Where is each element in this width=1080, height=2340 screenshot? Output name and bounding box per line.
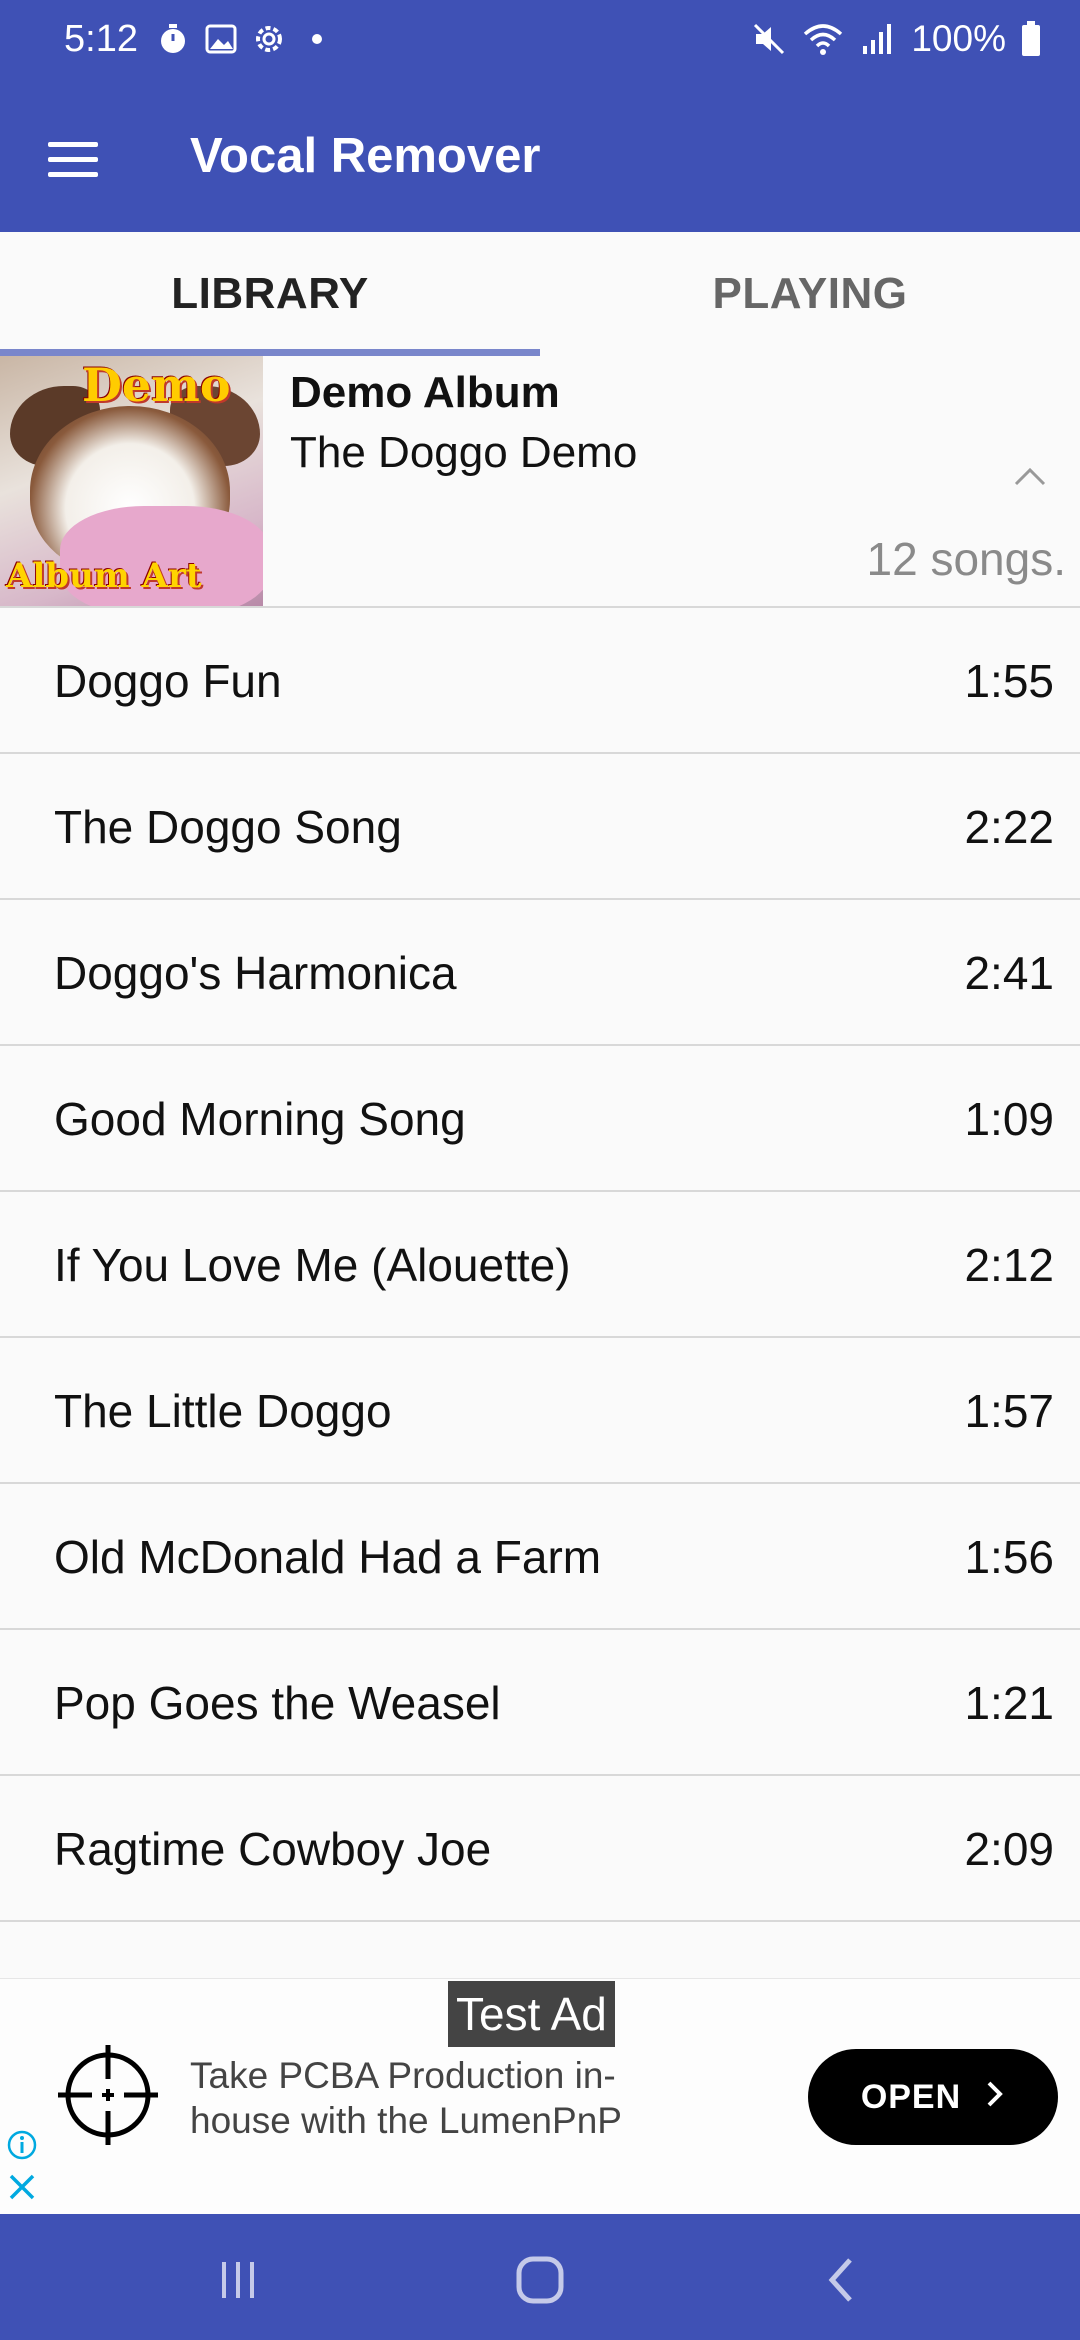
ad-label: Test Ad (448, 1981, 615, 2047)
app-title: Vocal Remover (190, 129, 541, 183)
system-navigation-bar (0, 2214, 1080, 2340)
song-row[interactable]: Pop Goes the Weasel 1:21 (0, 1630, 1080, 1776)
song-title: The Little Doggo (54, 1385, 392, 1437)
wifi-icon (803, 19, 843, 59)
song-duration: 2:41 (964, 947, 1054, 999)
album-art-text-bottom: Album Art (6, 556, 202, 596)
recent-apps-icon[interactable] (208, 2250, 268, 2310)
song-title: If You Love Me (Alouette) (54, 1239, 571, 1291)
tab-playing[interactable]: PLAYING (540, 232, 1080, 356)
battery-icon (1020, 19, 1042, 59)
song-title: Doggo Fun (54, 655, 282, 707)
song-row[interactable]: Ragtime Cowboy Joe 2:09 (0, 1776, 1080, 1922)
song-duration: 1:56 (964, 1531, 1054, 1583)
album-name: Demo Album (290, 368, 560, 417)
song-title: Pop Goes the Weasel (54, 1677, 501, 1729)
chevron-right-icon (985, 2078, 1005, 2117)
song-duration: 2:09 (964, 1823, 1054, 1875)
ad-close-icon[interactable] (6, 2171, 38, 2203)
song-title: The Doggo Song (54, 801, 402, 853)
ad-open-button[interactable]: OPEN (808, 2049, 1058, 2145)
chevron-up-icon[interactable] (1010, 458, 1050, 498)
song-duration: 1:21 (964, 1677, 1054, 1729)
song-duration: 1:09 (964, 1093, 1054, 1145)
ad-text: Take PCBA Production in-house with the L… (190, 2055, 622, 2141)
album-art-text-top: Demo (82, 358, 231, 412)
song-list: Doggo Fun 1:55 The Doggo Song 2:22 Doggo… (0, 608, 1080, 1922)
song-title: Old McDonald Had a Farm (54, 1531, 602, 1583)
ad-banner[interactable]: Test Ad Take PCBA Production in-house wi… (0, 1978, 1080, 2214)
crosshair-icon (56, 2043, 160, 2147)
tab-library[interactable]: LIBRARY (0, 232, 540, 356)
tab-bar: LIBRARY PLAYING (0, 232, 1080, 356)
ad-info-icon[interactable] (6, 2129, 38, 2161)
image-icon (204, 22, 238, 56)
status-bar: 5:12 100% (0, 0, 1080, 82)
home-icon[interactable] (510, 2250, 570, 2310)
settings-icon (252, 22, 286, 56)
album-artist: The Doggo Demo (290, 428, 638, 477)
song-duration: 2:12 (964, 1239, 1054, 1291)
mute-icon (749, 19, 789, 59)
song-duration: 2:22 (964, 801, 1054, 853)
song-duration: 1:55 (964, 655, 1054, 707)
song-title: Ragtime Cowboy Joe (54, 1823, 492, 1875)
album-header[interactable]: Demo Album Art Demo Album The Doggo Demo… (0, 356, 1080, 608)
song-title: Good Morning Song (54, 1093, 466, 1145)
song-row[interactable]: Doggo Fun 1:55 (0, 608, 1080, 754)
battery-percent: 100% (911, 18, 1006, 59)
back-icon[interactable] (812, 2250, 872, 2310)
song-row[interactable]: Doggo's Harmonica 2:41 (0, 900, 1080, 1046)
song-title: Doggo's Harmonica (54, 947, 457, 999)
status-time: 5:12 (64, 18, 138, 60)
dot-icon (300, 22, 334, 56)
album-art: Demo Album Art (0, 356, 263, 606)
ad-open-label: OPEN (860, 2077, 962, 2116)
song-row[interactable]: Good Morning Song 1:09 (0, 1046, 1080, 1192)
song-count: 12 songs. (866, 533, 1066, 585)
timer-icon (156, 22, 190, 56)
song-row[interactable]: The Doggo Song 2:22 (0, 754, 1080, 900)
hamburger-menu-icon[interactable] (38, 124, 108, 194)
app-bar: Vocal Remover (0, 82, 1080, 232)
status-right: 100% (749, 18, 1042, 60)
status-left-icons (156, 22, 334, 56)
song-row[interactable]: If You Love Me (Alouette) 2:12 (0, 1192, 1080, 1338)
song-duration: 1:57 (964, 1385, 1054, 1437)
song-row[interactable]: The Little Doggo 1:57 (0, 1338, 1080, 1484)
song-row[interactable]: Old McDonald Had a Farm 1:56 (0, 1484, 1080, 1630)
signal-icon (857, 19, 897, 59)
